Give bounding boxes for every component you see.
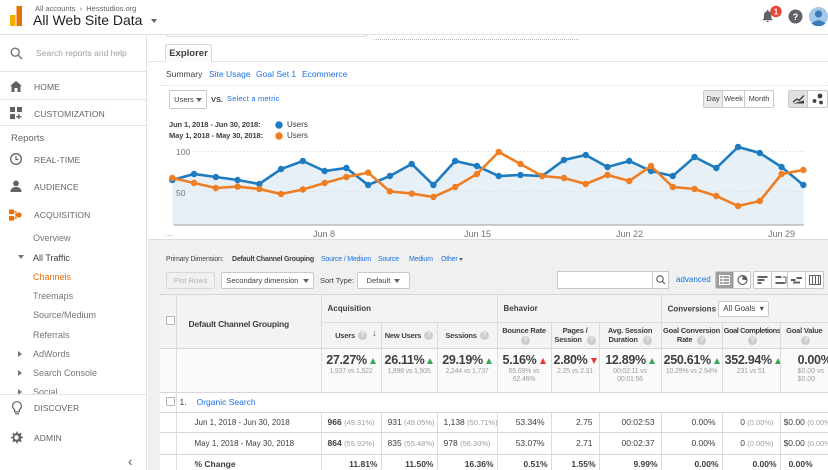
- svg-text:1: 1: [774, 7, 779, 16]
- svg-text:?: ?: [793, 12, 799, 22]
